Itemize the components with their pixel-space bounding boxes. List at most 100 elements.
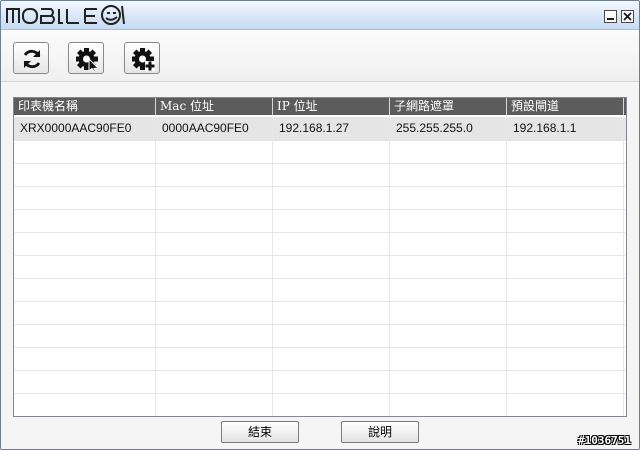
empty-cell (156, 255, 273, 278)
toolbar (1, 30, 639, 82)
empty-cell (507, 255, 624, 278)
mac-address-cell: 0000AAC90FE0 (156, 117, 273, 140)
table-row-empty (14, 393, 626, 416)
empty-cell (507, 232, 624, 255)
subnet-mask-cell: 255.255.255.0 (390, 117, 507, 140)
title-bar (1, 1, 639, 30)
table-row-empty (14, 255, 626, 279)
column-header[interactable]: 子網路遮罩 (390, 98, 507, 115)
empty-cell (390, 140, 507, 163)
table-row[interactable]: XRX0000AAC90FE0 0000AAC90FE0 192.168.1.2… (14, 117, 626, 141)
empty-cell (390, 255, 507, 278)
empty-cell (156, 186, 273, 209)
empty-cell (273, 140, 390, 163)
empty-cell (156, 393, 273, 416)
empty-cell (390, 301, 507, 324)
empty-cell (156, 370, 273, 393)
column-header[interactable]: IP 位址 (273, 98, 390, 115)
empty-cell (273, 301, 390, 324)
empty-cell (156, 324, 273, 347)
empty-cell (156, 140, 273, 163)
refresh-icon (23, 49, 41, 69)
empty-cell (390, 347, 507, 370)
empty-cell (390, 232, 507, 255)
gear-plus-button[interactable] (124, 42, 160, 74)
empty-cell (390, 324, 507, 347)
empty-cell (156, 209, 273, 232)
table-header: 印表機名稱 Mac 位址 IP 位址 子網路遮罩 預設閘道 (14, 98, 626, 115)
empty-cell (14, 255, 156, 278)
close-icon (623, 12, 632, 21)
column-header[interactable]: 印表機名稱 (14, 98, 156, 115)
column-header[interactable]: Mac 位址 (156, 98, 273, 115)
empty-cell (14, 347, 156, 370)
gear-plus-icon (132, 48, 155, 71)
empty-cell (507, 393, 624, 416)
column-header[interactable]: 預設閘道 (507, 98, 624, 115)
table-row-empty (14, 347, 626, 371)
watermark: #1036751 (578, 434, 631, 447)
minimize-button[interactable] (604, 10, 617, 23)
empty-cell (14, 163, 156, 186)
empty-cell (273, 278, 390, 301)
table-row-empty (14, 163, 626, 187)
printer-table[interactable]: 印表機名稱 Mac 位址 IP 位址 子網路遮罩 預設閘道 XRX0000AAC… (13, 97, 627, 417)
app-window: 印表機名稱 Mac 位址 IP 位址 子網路遮罩 預設閘道 XRX0000AAC… (0, 0, 640, 450)
empty-cell (14, 301, 156, 324)
empty-cell (14, 232, 156, 255)
empty-cell (156, 232, 273, 255)
empty-cell (507, 370, 624, 393)
empty-cell (14, 278, 156, 301)
empty-cell (14, 186, 156, 209)
empty-cell (156, 301, 273, 324)
empty-cell (14, 324, 156, 347)
empty-cell (507, 186, 624, 209)
empty-cell (156, 347, 273, 370)
empty-cell (273, 163, 390, 186)
empty-cell (273, 393, 390, 416)
empty-cell (273, 347, 390, 370)
empty-cell (507, 301, 624, 324)
empty-cell (390, 393, 507, 416)
empty-cell (507, 278, 624, 301)
empty-cell (390, 370, 507, 393)
empty-cell (273, 255, 390, 278)
close-button[interactable] (621, 10, 634, 23)
gear-cursor-icon (76, 48, 99, 71)
empty-cell (273, 186, 390, 209)
empty-cell (507, 163, 624, 186)
empty-cell (14, 393, 156, 416)
empty-cell (390, 278, 507, 301)
gear-cursor-button[interactable] (68, 42, 104, 74)
empty-cell (390, 163, 507, 186)
table-row-empty (14, 278, 626, 302)
empty-cell (156, 163, 273, 186)
gateway-cell: 192.168.1.1 (507, 117, 624, 140)
empty-cell (273, 209, 390, 232)
table-row-empty (14, 209, 626, 233)
empty-cell (14, 370, 156, 393)
ip-address-cell: 192.168.1.27 (273, 117, 390, 140)
table-row-empty (14, 301, 626, 325)
table-row-empty (14, 324, 626, 348)
end-button[interactable]: 結束 (221, 421, 299, 443)
empty-cell (390, 186, 507, 209)
empty-cell (273, 232, 390, 255)
empty-cell (507, 209, 624, 232)
empty-cell (390, 209, 507, 232)
table-row-empty (14, 370, 626, 394)
empty-cell (14, 140, 156, 163)
table-row-empty (14, 186, 626, 210)
empty-cell (507, 140, 624, 163)
empty-cell (507, 324, 624, 347)
empty-cell (156, 278, 273, 301)
help-button[interactable]: 說明 (341, 421, 419, 443)
mobile01-logo (6, 5, 125, 25)
table-row-empty (14, 140, 626, 164)
empty-cell (273, 370, 390, 393)
empty-cell (273, 324, 390, 347)
empty-cell (14, 209, 156, 232)
printer-name-cell: XRX0000AAC90FE0 (14, 117, 156, 140)
refresh-button[interactable] (13, 42, 49, 74)
table-row-empty (14, 232, 626, 256)
